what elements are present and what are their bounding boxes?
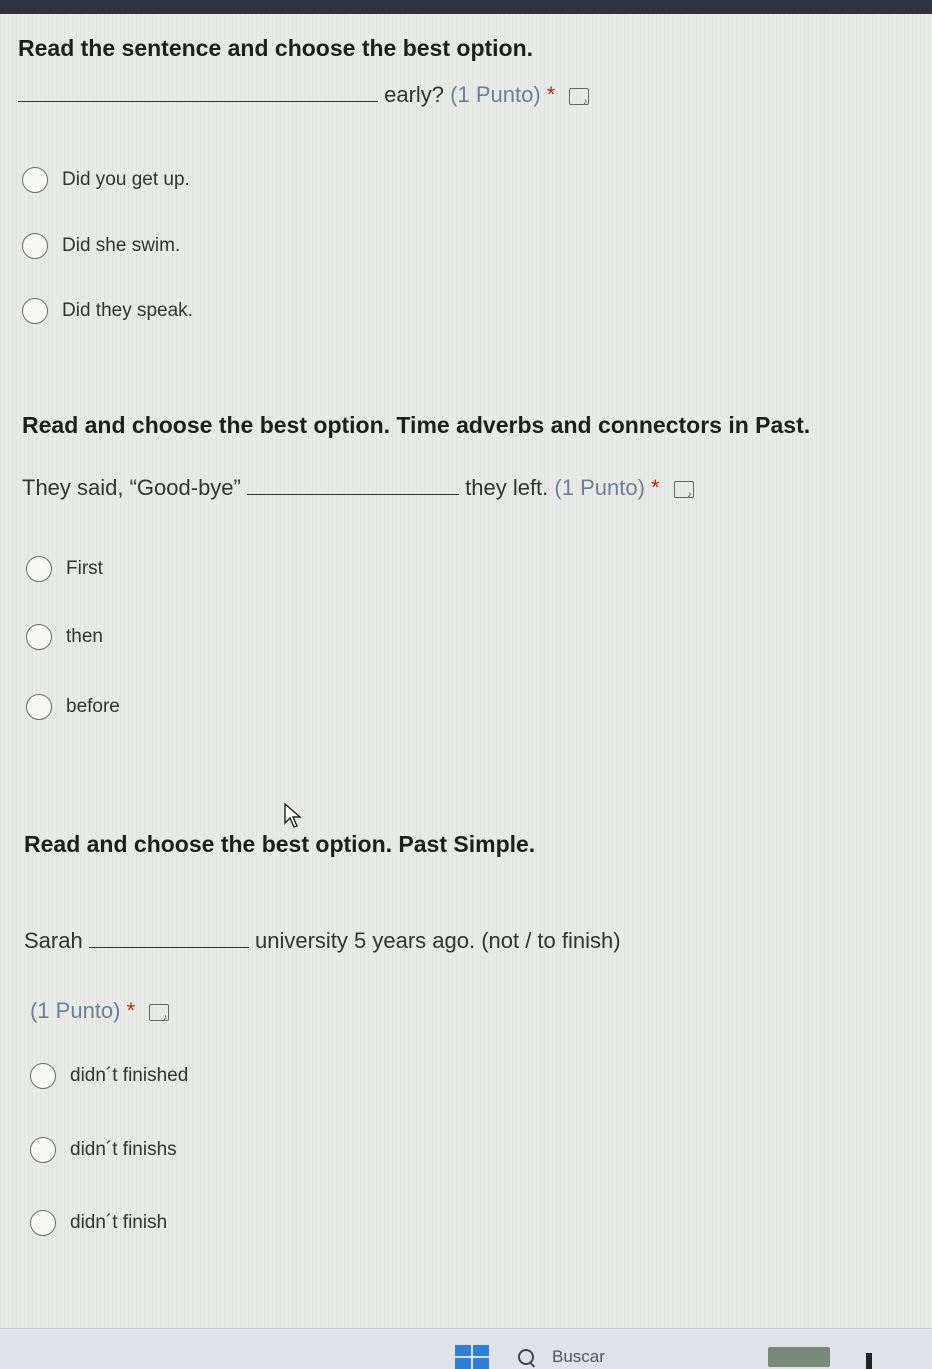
question-2-points: (1 Punto) — [554, 475, 645, 500]
option-label: didn´t finishs — [70, 1139, 177, 1160]
option-label: didn´t finish — [70, 1212, 168, 1233]
question-1-points: (1 Punto) — [450, 82, 541, 107]
question-2-text-after: they left. — [465, 475, 549, 500]
radio-button[interactable] — [26, 694, 52, 720]
option-label: before — [66, 696, 120, 717]
question-3-text-before: Sarah — [24, 928, 83, 953]
question-1-heading: Read the sentence and choose the best op… — [18, 35, 534, 61]
question-2-text-before: They said, “Good-bye” — [22, 475, 241, 500]
question-1-text: early? — [384, 82, 445, 107]
question-1-prompt: early? (1 Punto) * — [18, 82, 590, 108]
question-3-blank — [88, 947, 249, 948]
immersive-reader-icon[interactable] — [149, 1003, 170, 1022]
question-3-text-after: university 5 years ago. (not / to finish… — [254, 928, 621, 953]
search-label: Buscar — [552, 1347, 605, 1366]
taskbar-search[interactable]: Buscar — [518, 1345, 605, 1369]
question-1-blank — [18, 101, 378, 102]
top-bar — [0, 0, 932, 14]
question-1-option[interactable]: Did they speak. — [22, 298, 193, 324]
radio-button[interactable] — [30, 1210, 56, 1236]
windows-start-icon[interactable] — [455, 1345, 489, 1369]
tray-indicator — [866, 1353, 872, 1369]
search-icon — [518, 1349, 534, 1365]
taskbar: Buscar — [0, 1328, 932, 1369]
option-label: First — [66, 558, 103, 579]
question-1-option[interactable]: Did she swim. — [22, 233, 180, 259]
question-2-option[interactable]: before — [26, 694, 120, 720]
mouse-cursor-icon — [284, 803, 302, 828]
question-2-heading: Read and choose the best option. Time ad… — [22, 412, 811, 438]
question-3-points: (1 Punto) — [30, 998, 121, 1023]
radio-button[interactable] — [30, 1137, 56, 1163]
option-label: Did they speak. — [62, 300, 193, 321]
question-3-prompt: Sarah university 5 years ago. (not / to … — [24, 928, 621, 954]
question-3-heading: Read and choose the best option. Past Si… — [24, 831, 536, 857]
radio-button[interactable] — [22, 298, 48, 324]
radio-button[interactable] — [26, 556, 52, 582]
question-2-option[interactable]: then — [26, 624, 103, 650]
option-label: then — [66, 626, 103, 647]
question-2-blank — [247, 494, 459, 495]
required-mark: * — [651, 475, 660, 500]
radio-button[interactable] — [26, 624, 52, 650]
question-3-points-row: (1 Punto) * — [30, 998, 170, 1024]
radio-button[interactable] — [22, 167, 48, 193]
question-3-option[interactable]: didn´t finished — [30, 1063, 188, 1089]
system-tray-widget[interactable] — [768, 1347, 830, 1367]
option-label: Did she swim. — [62, 235, 181, 256]
option-label: didn´t finished — [70, 1065, 189, 1086]
question-2-option[interactable]: First — [26, 556, 103, 582]
question-3-option[interactable]: didn´t finish — [30, 1210, 167, 1236]
question-1-option[interactable]: Did you get up. — [22, 167, 190, 193]
radio-button[interactable] — [30, 1063, 56, 1089]
immersive-reader-icon[interactable] — [673, 480, 694, 499]
radio-button[interactable] — [22, 233, 48, 259]
option-label: Did you get up. — [62, 169, 190, 190]
immersive-reader-icon[interactable] — [569, 87, 590, 106]
question-3-option[interactable]: didn´t finishs — [30, 1137, 177, 1163]
required-mark: * — [546, 82, 556, 107]
question-2-prompt: They said, “Good-bye” they left. (1 Punt… — [22, 475, 694, 501]
required-mark: * — [126, 998, 136, 1023]
